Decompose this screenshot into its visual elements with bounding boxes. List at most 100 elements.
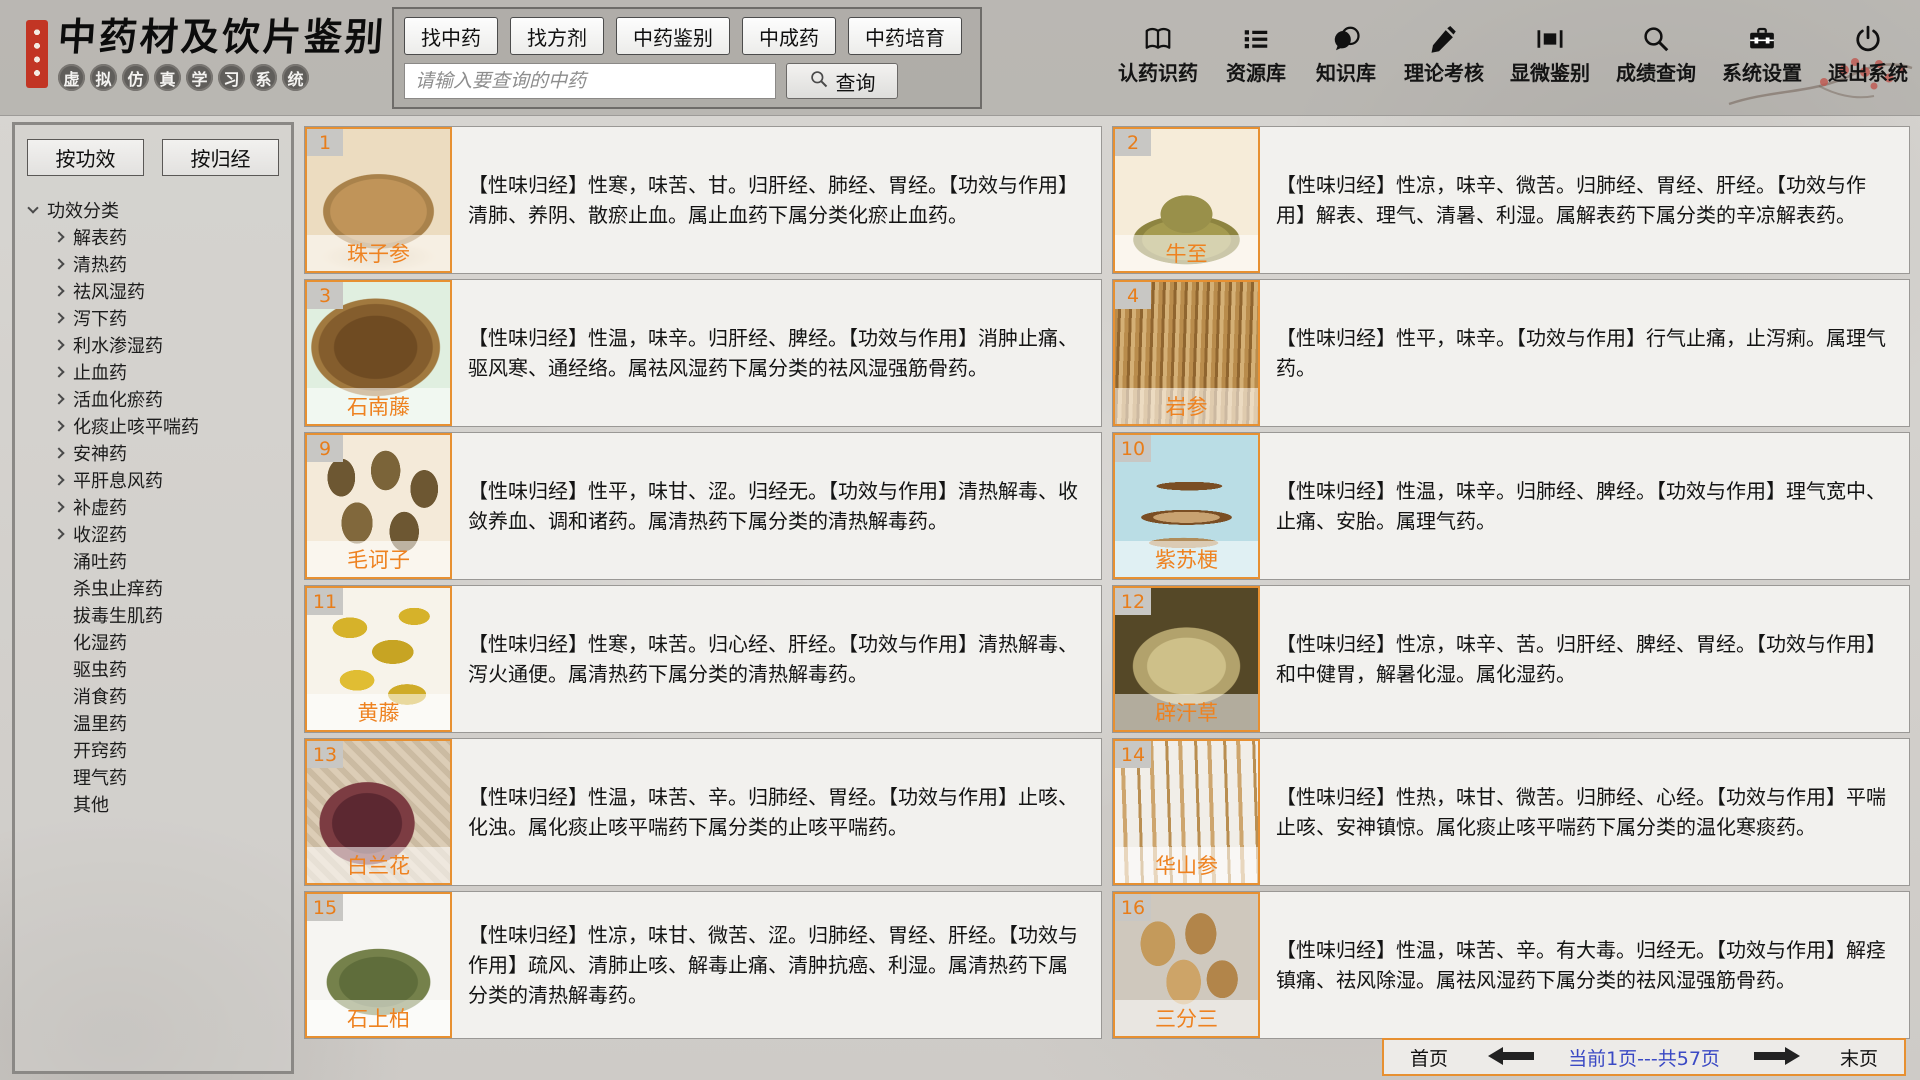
medicine-card[interactable]: 15石上柏【性味归经】性凉，味甘、微苦、涩。归肺经、胃经、肝经。【功效与作用】疏… [304, 891, 1102, 1039]
nav-item-label: 认药识药 [1118, 57, 1198, 86]
card-number-badge: 4 [1115, 282, 1151, 309]
medicine-photo[interactable]: 1珠子参 [305, 127, 452, 273]
chevron-right-icon [53, 447, 64, 458]
prev-page-button[interactable] [1488, 1047, 1534, 1068]
tree-item-label: 其他 [73, 791, 109, 817]
medicine-photo[interactable]: 16三分三 [1113, 892, 1260, 1038]
medicine-card[interactable]: 16三分三【性味归经】性温，味苦、辛。有大毒。归经无。【功效与作用】解痉镇痛、祛… [1112, 891, 1910, 1039]
medicine-name-label: 石南藤 [307, 388, 450, 424]
by-meridian-button[interactable]: 按归经 [162, 139, 279, 176]
medicine-card[interactable]: 9毛诃子【性味归经】性平，味甘、涩。归经无。【功效与作用】清热解毒、收敛养血、调… [304, 432, 1102, 580]
medicine-name-label: 黄藤 [307, 694, 450, 730]
nav-item[interactable]: 退出系统 [1828, 22, 1908, 86]
medicine-card[interactable]: 2牛至【性味归经】性凉，味辛、微苦。归肺经、胃经、肝经。【功效与作用】解表、理气… [1112, 126, 1910, 274]
medicine-name-label: 牛至 [1115, 235, 1258, 271]
medicine-photo[interactable]: 3石南藤 [305, 280, 452, 426]
subtitle-badge-char: 系 [250, 64, 277, 91]
medicine-card[interactable]: 4岩参【性味归经】性平，味辛。【功效与作用】行气止痛，止泻痢。属理气药。 [1112, 279, 1910, 427]
tree-item[interactable]: 利水渗湿药 [25, 331, 281, 358]
medicine-card[interactable]: 10紫苏梗【性味归经】性温，味辛。归肺经、脾经。【功效与作用】理气宽中、止痛、安… [1112, 432, 1910, 580]
tree-item[interactable]: 泻下药 [25, 304, 281, 331]
last-page-button[interactable]: 末页 [1834, 1043, 1884, 1072]
search-button[interactable]: 查询 [786, 63, 898, 99]
medicine-card[interactable]: 14华山参【性味归经】性热，味甘、微苦。归肺经、心经。【功效与作用】平喘止咳、安… [1112, 738, 1910, 886]
first-page-button[interactable]: 首页 [1404, 1043, 1454, 1072]
medicine-card[interactable]: 11黄藤【性味归经】性寒，味苦。归心经、肝经。【功效与作用】清热解毒、泻火通便。… [304, 585, 1102, 733]
tree-indent-spacer [55, 692, 63, 700]
medicine-photo[interactable]: 13白兰花 [305, 739, 452, 885]
next-page-button[interactable] [1754, 1047, 1800, 1068]
nav-item[interactable]: 显微鉴别 [1510, 22, 1590, 86]
tree-item[interactable]: 活血化瘀药 [25, 385, 281, 412]
nav-item[interactable]: 知识库 [1314, 22, 1378, 86]
medicine-card[interactable]: 1珠子参【性味归经】性寒，味苦、甘。归肝经、肺经、胃经。【功效与作用】清肺、养阴… [304, 126, 1102, 274]
chevron-right-icon [53, 501, 64, 512]
tree-item[interactable]: 驱虫药 [25, 655, 281, 682]
category-sidebar: 按功效按归经 功效分类 解表药清热药祛风湿药泻下药利水渗湿药止血药活血化瘀药化痰… [12, 122, 294, 1074]
pagination-bar: 首页 当前1页---共57页 末页 [1382, 1038, 1906, 1076]
medicine-photo[interactable]: 11黄藤 [305, 586, 452, 732]
nav-item-label: 知识库 [1316, 57, 1376, 86]
tab-button[interactable]: 找中药 [404, 17, 498, 55]
tab-button[interactable]: 中药鉴别 [616, 17, 730, 55]
tree-item[interactable]: 安神药 [25, 439, 281, 466]
tree-item[interactable]: 补虚药 [25, 493, 281, 520]
nav-item[interactable]: 系统设置 [1722, 22, 1802, 86]
medicine-description: 【性味归经】性平，味甘、涩。归经无。【功效与作用】清热解毒、收敛养血、调和诸药。… [452, 476, 1101, 536]
tree-item-label: 收涩药 [73, 521, 127, 547]
nav-item[interactable]: 成绩查询 [1616, 22, 1696, 86]
medicine-name-label: 毛诃子 [307, 541, 450, 577]
tree-item[interactable]: 平肝息风药 [25, 466, 281, 493]
category-tree: 功效分类 解表药清热药祛风湿药泻下药利水渗湿药止血药活血化瘀药化痰止咳平喘药安神… [25, 196, 281, 817]
tree-item-label: 驱虫药 [73, 656, 127, 682]
tree-item[interactable]: 收涩药 [25, 520, 281, 547]
tab-button[interactable]: 中药培育 [848, 17, 962, 55]
tab-button[interactable]: 找方剂 [510, 17, 604, 55]
tree-item-label: 泻下药 [73, 305, 127, 331]
medicine-photo[interactable]: 10紫苏梗 [1113, 433, 1260, 579]
medicine-card[interactable]: 3石南藤【性味归经】性温，味辛。归肝经、脾经。【功效与作用】消肿止痛、驱风寒、通… [304, 279, 1102, 427]
subtitle-badge-char: 虚 [58, 64, 85, 91]
nav-item-label: 系统设置 [1722, 57, 1802, 86]
tree-item[interactable]: 理气药 [25, 763, 281, 790]
medicine-photo[interactable]: 9毛诃子 [305, 433, 452, 579]
book-icon [1143, 22, 1173, 54]
card-number-badge: 14 [1115, 741, 1151, 768]
tree-item[interactable]: 其他 [25, 790, 281, 817]
medicine-photo[interactable]: 15石上柏 [305, 892, 452, 1038]
medicine-name-label: 紫苏梗 [1115, 541, 1258, 577]
tree-item[interactable]: 清热药 [25, 250, 281, 277]
tree-item[interactable]: 涌吐药 [25, 547, 281, 574]
tree-item[interactable]: 化痰止咳平喘药 [25, 412, 281, 439]
medicine-description: 【性味归经】性平，味辛。【功效与作用】行气止痛，止泻痢。属理气药。 [1260, 323, 1909, 383]
tree-indent-spacer [55, 557, 63, 565]
tree-indent-spacer [55, 719, 63, 727]
tree-item[interactable]: 杀虫止痒药 [25, 574, 281, 601]
medicine-card[interactable]: 12辟汗草【性味归经】性凉，味辛、苦。归肝经、脾经、胃经。【功效与作用】和中健胃… [1112, 585, 1910, 733]
nav-item[interactable]: 资源库 [1224, 22, 1288, 86]
nav-item[interactable]: 认药识药 [1118, 22, 1198, 86]
tab-button[interactable]: 中成药 [742, 17, 836, 55]
medicine-photo[interactable]: 12辟汗草 [1113, 586, 1260, 732]
medicine-name-label: 珠子参 [307, 235, 450, 271]
tree-item[interactable]: 拔毒生肌药 [25, 601, 281, 628]
app-window: 中药材及饮片鉴别 虚拟仿真学习系统 找中药找方剂中药鉴别中成药中药培育 查询 认… [0, 0, 1920, 1080]
tree-item[interactable]: 温里药 [25, 709, 281, 736]
tree-root-functional-category[interactable]: 功效分类 [25, 196, 281, 223]
tree-item[interactable]: 化湿药 [25, 628, 281, 655]
medicine-photo[interactable]: 14华山参 [1113, 739, 1260, 885]
medicine-photo[interactable]: 4岩参 [1113, 280, 1260, 426]
tree-item[interactable]: 开窍药 [25, 736, 281, 763]
medicine-photo[interactable]: 2牛至 [1113, 127, 1260, 273]
tree-root-label: 功效分类 [47, 197, 119, 223]
tree-item[interactable]: 止血药 [25, 358, 281, 385]
tree-item[interactable]: 祛风湿药 [25, 277, 281, 304]
search-input[interactable] [404, 63, 776, 99]
chevron-right-icon [53, 231, 64, 242]
tree-item[interactable]: 消食药 [25, 682, 281, 709]
nav-item[interactable]: 理论考核 [1404, 22, 1484, 86]
tree-item[interactable]: 解表药 [25, 223, 281, 250]
chevron-down-icon [27, 202, 38, 213]
medicine-card[interactable]: 13白兰花【性味归经】性温，味苦、辛。归肺经、胃经。【功效与作用】止咳、化浊。属… [304, 738, 1102, 886]
by-function-button[interactable]: 按功效 [27, 139, 144, 176]
